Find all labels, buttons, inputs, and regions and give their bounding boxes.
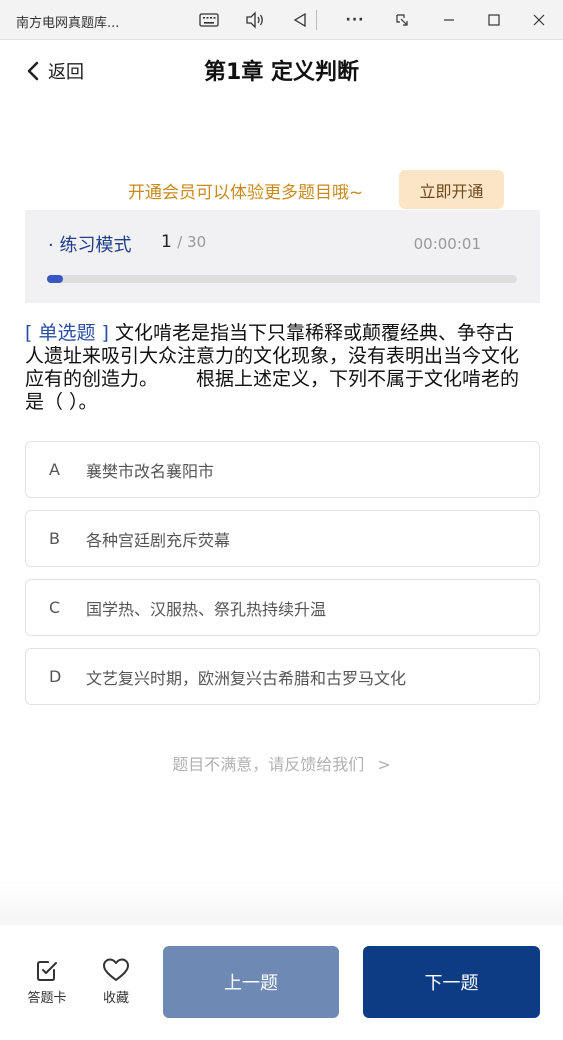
titlebar-divider: [316, 10, 317, 30]
option-text: 襄樊市改名襄阳市: [86, 461, 215, 481]
activate-membership-button[interactable]: 立即开通: [399, 170, 504, 209]
option-text: 各种宫廷剧充斥荧幕: [86, 530, 231, 550]
bottom-shadow: [0, 880, 563, 925]
read-aloud-icon[interactable]: [240, 6, 270, 34]
practice-panel: · 练习模式 1 / 30 00:00:01: [25, 210, 540, 303]
promo-text: 开通会员可以体验更多题目哦~: [128, 183, 364, 203]
progress-bar-fill: [47, 275, 63, 283]
question-text: [ 单选题 ] 文化啃老是指当下只靠稀释或颠覆经典、争夺古人遗址来吸引大众注意力…: [25, 322, 530, 414]
current-question-number: 1: [161, 232, 172, 252]
option-a[interactable]: A 襄樊市改名襄阳市: [25, 441, 540, 498]
option-letter: D: [49, 667, 62, 686]
keyboard-icon[interactable]: [194, 6, 224, 34]
option-b[interactable]: B 各种宫廷剧充斥荧幕: [25, 510, 540, 567]
option-text: 国学热、汉服热、祭孔热持续升温: [86, 599, 327, 619]
option-text: 文艺复兴时期，欧洲复兴古希腊和古罗马文化: [86, 668, 407, 688]
back-triangle-icon[interactable]: [285, 6, 315, 34]
question-type-label: [ 单选题 ]: [25, 322, 109, 344]
next-question-button[interactable]: 下一题: [363, 946, 540, 1018]
page-title: 第1章 定义判断: [204, 60, 359, 85]
favorite-button[interactable]: 收藏: [90, 955, 142, 1006]
option-letter: C: [49, 598, 61, 617]
answer-card-label: 答题卡: [27, 991, 67, 1006]
maximize-icon[interactable]: [479, 6, 509, 34]
minimize-icon[interactable]: [434, 6, 464, 34]
practice-mode-label: · 练习模式: [48, 235, 132, 256]
timer: 00:00:01: [413, 235, 481, 253]
option-letter: A: [49, 460, 60, 479]
feedback-text: 题目不满意，请反馈给我们: [172, 755, 365, 774]
restore-window-icon[interactable]: [387, 6, 417, 34]
more-icon[interactable]: ···: [340, 6, 370, 34]
progress-bar: [47, 275, 517, 283]
edit-square-icon: [21, 955, 73, 985]
window-titlebar: 南方电网真题库... ···: [0, 0, 563, 40]
window-title: 南方电网真题库...: [16, 16, 120, 31]
feedback-link[interactable]: 题目不满意，请反馈给我们 >: [0, 751, 563, 775]
answer-card-button[interactable]: 答题卡: [21, 955, 73, 1006]
total-questions: / 30: [177, 233, 207, 251]
chevron-right-icon: >: [377, 755, 391, 774]
option-d[interactable]: D 文艺复兴时期，欧洲复兴古希腊和古罗马文化: [25, 648, 540, 705]
close-icon[interactable]: [524, 6, 554, 34]
option-c[interactable]: C 国学热、汉服热、祭孔热持续升温: [25, 579, 540, 636]
heart-icon: [90, 955, 142, 985]
favorite-label: 收藏: [102, 991, 129, 1006]
option-letter: B: [49, 529, 60, 548]
question-counter: 1 / 30: [161, 232, 206, 252]
previous-question-button[interactable]: 上一题: [163, 946, 339, 1018]
